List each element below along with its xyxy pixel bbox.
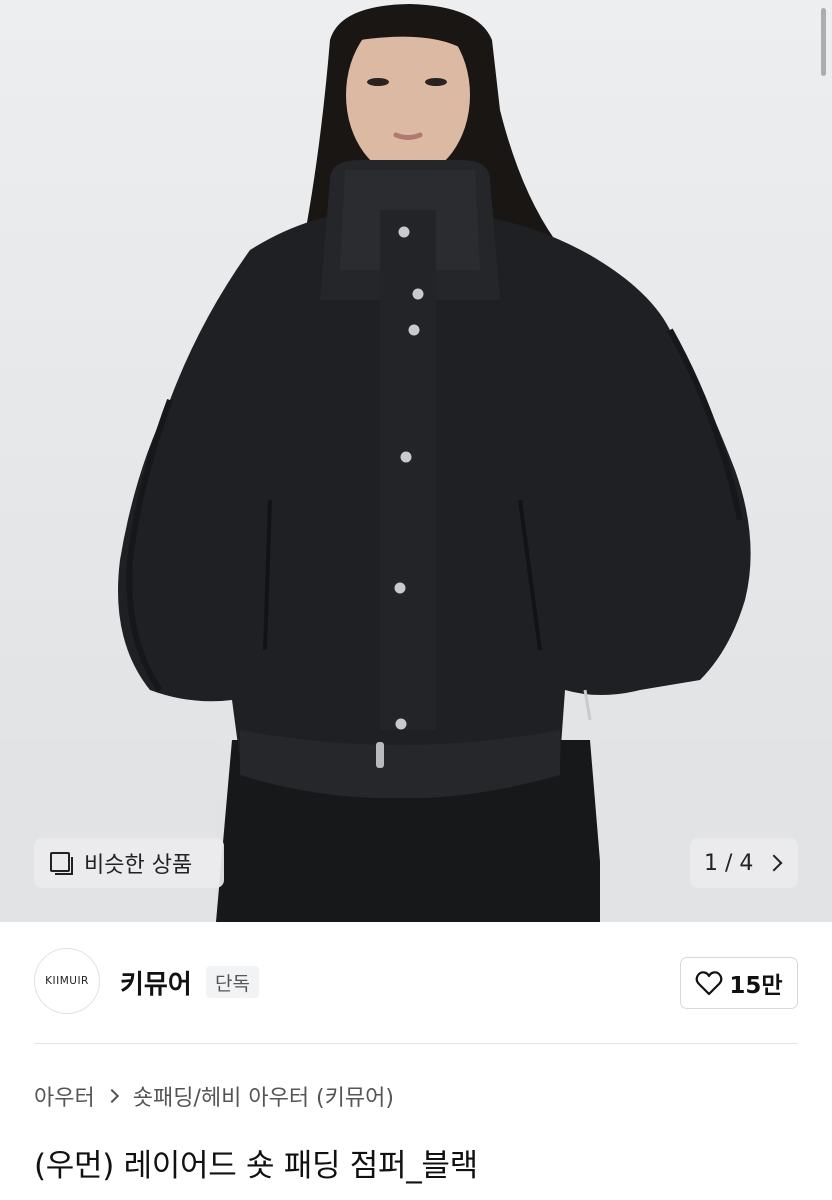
breadcrumb: 아우터 숏패딩/헤비 아우터 (키뮤어) <box>34 1080 394 1112</box>
product-image[interactable]: 비슷한 상품 1 / 4 <box>0 0 832 922</box>
exclusive-badge: 단독 <box>206 966 259 998</box>
brand-row: KIIMUIR 키뮤어 단독 15만 <box>34 948 798 1018</box>
product-page: 비슷한 상품 1 / 4 KIIMUIR 키뮤어 단독 15만 아우터 숏패딩/… <box>0 0 832 1200</box>
like-count: 15만 <box>729 973 783 999</box>
chevron-right-icon <box>104 1088 119 1104</box>
divider <box>34 1043 798 1044</box>
similar-products-label: 비슷한 상품 <box>84 853 193 878</box>
similar-items-icon <box>48 850 74 876</box>
similar-products-button[interactable]: 비슷한 상품 <box>34 838 224 888</box>
heart-icon <box>696 971 723 996</box>
brand-logo[interactable]: KIIMUIR <box>34 948 100 1014</box>
image-pager-button[interactable]: 1 / 4 <box>690 838 798 888</box>
model-photo <box>0 4 832 922</box>
brand-logo-text: KIIMUIR <box>45 975 89 987</box>
brand-name[interactable]: 키뮤어 <box>120 964 192 1001</box>
breadcrumb-subcategory[interactable]: 숏패딩/헤비 아우터 (키뮤어) <box>133 1080 394 1112</box>
page-indicator: 1 / 4 <box>704 850 754 876</box>
product-title: (우먼) 레이어드 숏 패딩 점퍼_블랙 <box>34 1148 478 1184</box>
chevron-right-icon <box>765 854 783 872</box>
scrollbar[interactable] <box>821 8 826 76</box>
like-button[interactable]: 15만 <box>680 957 798 1009</box>
breadcrumb-category[interactable]: 아우터 <box>34 1080 95 1112</box>
